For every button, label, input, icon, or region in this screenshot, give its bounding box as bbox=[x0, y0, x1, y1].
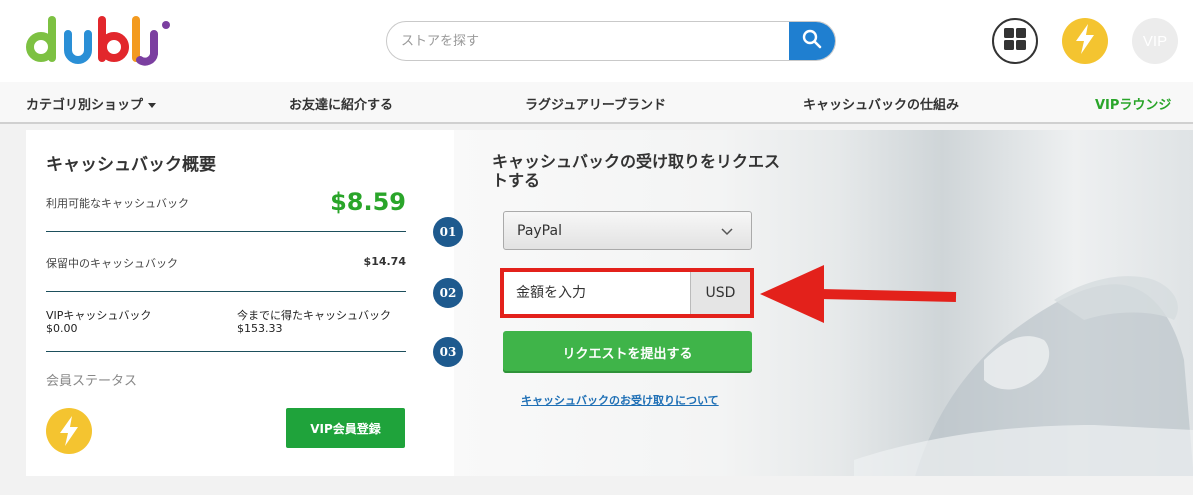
search-icon bbox=[802, 29, 822, 53]
lightning-icon bbox=[1074, 24, 1096, 58]
step-01-badge: 01 bbox=[433, 217, 463, 247]
vip-cashback-label: VIPキャッシュバック bbox=[46, 309, 152, 322]
step-03-badge: 03 bbox=[433, 337, 463, 367]
annotation-arrow-icon bbox=[760, 265, 957, 323]
payout-method-select[interactable]: PayPal bbox=[503, 211, 752, 250]
header: VIP bbox=[0, 0, 1193, 82]
cashback-info-link[interactable]: キャッシュバックのお受け取りについて bbox=[521, 392, 719, 408]
member-status-label: 会員ステータス bbox=[46, 374, 138, 389]
vip-register-button[interactable]: VIP会員登録 bbox=[286, 408, 405, 448]
dubli-logo[interactable] bbox=[26, 14, 178, 66]
nav-how-cashback-works[interactable]: キャッシュバックの仕組み bbox=[803, 94, 959, 113]
nav-category-shop[interactable]: カテゴリ別ショップ bbox=[26, 94, 157, 113]
cashback-button[interactable] bbox=[1062, 18, 1108, 64]
currency-label: USD bbox=[690, 272, 750, 314]
earned-cashback-value: $153.33 bbox=[237, 322, 283, 335]
payout-method-value: PayPal bbox=[517, 222, 562, 239]
nav-vip-lounge[interactable]: VIPラウンジ bbox=[1095, 94, 1171, 113]
chevron-down-icon bbox=[148, 103, 157, 108]
submit-request-button[interactable]: リクエストを提出する bbox=[503, 331, 752, 373]
request-title: キャッシュバックの受け取りをリクエストする bbox=[492, 152, 781, 190]
main-nav: カテゴリ別ショップ お友達に紹介する ラグジュアリーブランド キャッシュバックの… bbox=[0, 82, 1193, 124]
nav-luxury-brands[interactable]: ラグジュアリーブランド bbox=[525, 94, 666, 113]
available-cashback-label: 利用可能なキャッシュバック bbox=[46, 197, 189, 210]
divider bbox=[46, 351, 406, 352]
nav-item-label: カテゴリ別ショップ bbox=[26, 98, 144, 113]
available-cashback-value: $8.59 bbox=[330, 188, 406, 216]
store-search bbox=[386, 21, 836, 61]
vip-cashback-value: $0.00 bbox=[46, 322, 78, 335]
pending-cashback-label: 保留中のキャッシュバック bbox=[46, 257, 178, 270]
search-button[interactable] bbox=[789, 22, 835, 60]
hand-background-image bbox=[854, 276, 1193, 476]
step-02-badge: 02 bbox=[433, 278, 463, 308]
divider bbox=[46, 231, 406, 232]
amount-input-group: USD bbox=[500, 268, 754, 318]
store-search-input[interactable] bbox=[387, 22, 792, 60]
chevron-down-icon bbox=[721, 225, 733, 241]
cashback-summary-card: キャッシュバック概要 利用可能なキャッシュバック $8.59 保留中のキャッシュ… bbox=[26, 130, 454, 476]
grid-icon bbox=[1004, 28, 1026, 54]
member-status-lightning-icon bbox=[46, 408, 92, 454]
earned-cashback-label: 今までに得たキャッシュバック bbox=[237, 309, 391, 322]
summary-title: キャッシュバック概要 bbox=[46, 155, 216, 175]
vip-button[interactable]: VIP bbox=[1132, 18, 1178, 64]
nav-refer-friend[interactable]: お友達に紹介する bbox=[289, 94, 393, 113]
amount-input[interactable] bbox=[504, 272, 690, 314]
apps-button[interactable] bbox=[992, 18, 1038, 64]
vip-icon: VIP bbox=[1142, 32, 1168, 50]
pending-cashback-value: $14.74 bbox=[363, 255, 406, 268]
divider bbox=[46, 291, 406, 292]
